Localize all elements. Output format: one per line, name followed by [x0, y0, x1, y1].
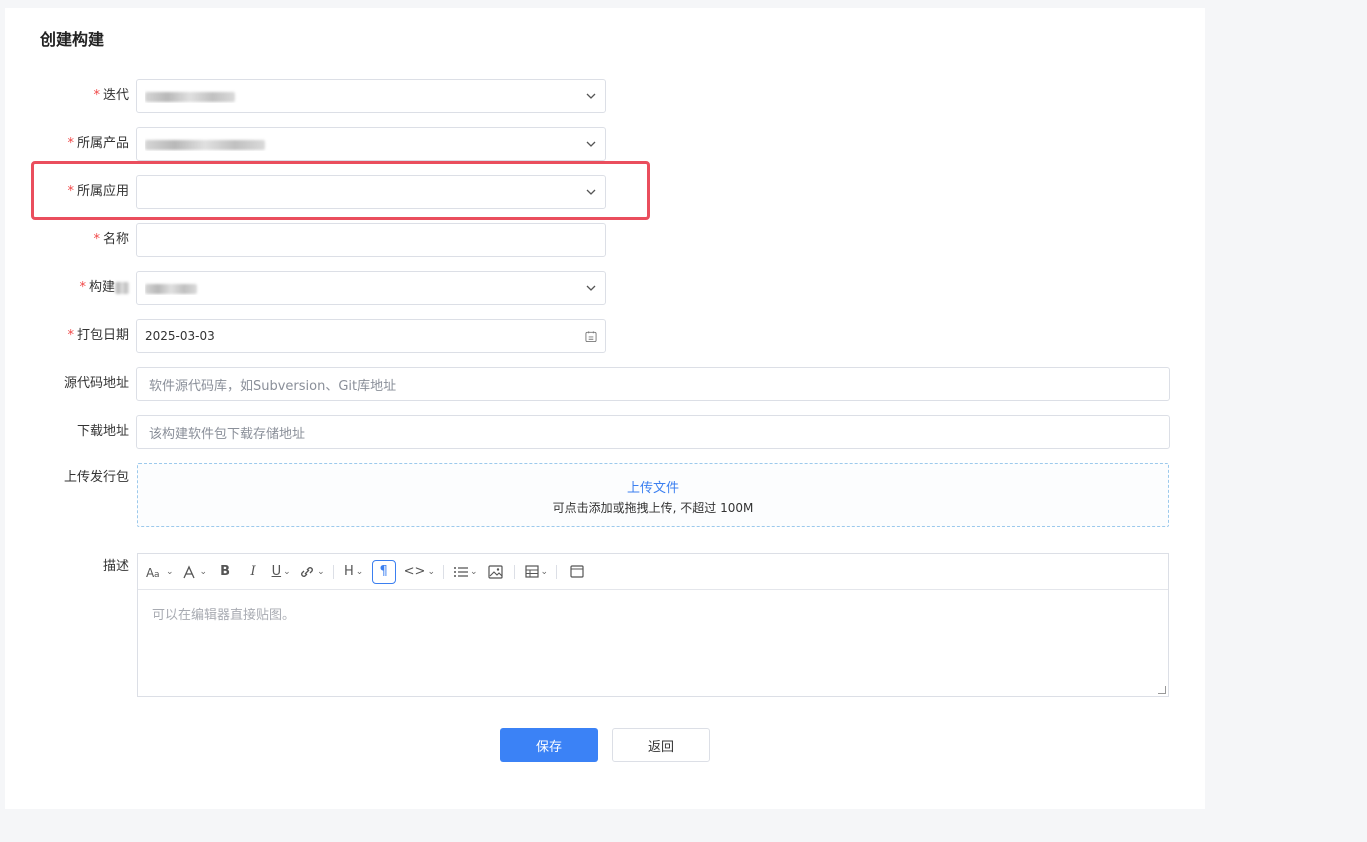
- source-url-input[interactable]: 软件源代码库，如Subversion、Git库地址: [136, 367, 1170, 401]
- bold-button[interactable]: B: [215, 560, 235, 584]
- form-card: 创建构建 * 迭代 * 所属产品 * 所属应用 * 名称 * 构建 * 打包日期…: [5, 8, 1205, 809]
- download-url-label: 下载地址: [76, 424, 129, 439]
- pack-date-value: 2025-03-03: [145, 329, 215, 343]
- toolbar-divider: [332, 564, 334, 579]
- upload-hint: 可点击添加或拖拽上传, 不超过 100M: [552, 501, 754, 515]
- chevron-down-icon: [585, 138, 597, 150]
- pack-date-label: 打包日期: [76, 328, 129, 343]
- chevron-down-icon: [585, 90, 597, 102]
- product-label: 所属产品: [76, 136, 129, 151]
- product-value: [145, 137, 585, 151]
- chevron-down-icon: ⌄: [283, 566, 291, 577]
- chevron-down-icon: ⌄: [199, 566, 208, 577]
- upload-label: 上传发行包: [63, 470, 129, 485]
- chevron-down-icon: ⌄: [166, 566, 174, 577]
- page-title: 创建构建: [40, 30, 105, 49]
- chevron-down-icon: [585, 282, 597, 294]
- toolbar-divider: [556, 564, 558, 579]
- description-label: 描述: [102, 559, 129, 574]
- required-mark: *: [67, 136, 74, 151]
- font-color-button[interactable]: ⌄: [182, 560, 208, 584]
- highlight-box: [31, 161, 650, 220]
- build-type-label: 构建: [88, 280, 115, 295]
- source-url-label: 源代码地址: [63, 376, 129, 391]
- product-select[interactable]: [136, 127, 606, 161]
- name-input[interactable]: [136, 223, 606, 257]
- table-button[interactable]: ⌄: [524, 560, 549, 584]
- calendar-icon[interactable]: [585, 330, 597, 342]
- download-url-input[interactable]: 该构建软件包下载存储地址: [136, 415, 1170, 449]
- image-icon[interactable]: [486, 560, 506, 584]
- code-label: <>: [403, 564, 426, 579]
- pack-date-input[interactable]: 2025-03-03: [136, 319, 606, 353]
- required-mark: *: [93, 232, 100, 247]
- underline-button[interactable]: U ⌄: [271, 560, 291, 584]
- download-url-placeholder: 该构建软件包下载存储地址: [149, 426, 306, 442]
- iteration-value: [145, 89, 585, 103]
- source-url-placeholder: 软件源代码库，如Subversion、Git库地址: [149, 378, 397, 394]
- toolbar-divider: [442, 564, 444, 579]
- editor-toolbar: Aa ⌄ ⌄ B I U ⌄ ⌄ H ⌄ ¶ <> ⌄ ⌄ ⌄: [138, 554, 1168, 590]
- chevron-down-icon: ⌄: [427, 566, 435, 577]
- chevron-down-icon: ⌄: [317, 566, 325, 577]
- font-size-button[interactable]: Aa ⌄: [146, 560, 174, 584]
- build-type-value: [145, 281, 585, 295]
- underline-label: U: [271, 564, 282, 579]
- upload-link[interactable]: 上传文件: [138, 477, 1168, 496]
- chevron-down-icon: ⌄: [355, 566, 364, 577]
- heading-label: H: [343, 564, 354, 579]
- editor-content[interactable]: 可以在编辑器直接贴图。: [138, 590, 1168, 637]
- svg-text:a: a: [154, 570, 160, 578]
- resize-handle[interactable]: [1158, 686, 1166, 694]
- chevron-down-icon: ⌄: [540, 566, 549, 577]
- name-label: 名称: [102, 232, 129, 247]
- code-button[interactable]: <> ⌄: [404, 560, 435, 584]
- iteration-select[interactable]: [136, 79, 606, 113]
- heading-button[interactable]: H ⌄: [344, 560, 364, 584]
- save-button[interactable]: 保存: [500, 728, 598, 762]
- italic-button[interactable]: I: [243, 560, 263, 584]
- rich-text-editor[interactable]: Aa ⌄ ⌄ B I U ⌄ ⌄ H ⌄ ¶ <> ⌄ ⌄ ⌄ 可以在编辑器直接贴图。: [137, 553, 1169, 697]
- chevron-down-icon: ⌄: [469, 566, 478, 577]
- required-mark: *: [67, 328, 74, 343]
- build-type-select[interactable]: [136, 271, 606, 305]
- back-button[interactable]: 返回: [612, 728, 710, 762]
- iteration-label: 迭代: [102, 88, 129, 103]
- upload-dropzone[interactable]: 上传文件 可点击添加或拖拽上传, 不超过 100M: [137, 463, 1169, 527]
- paragraph-button[interactable]: ¶: [371, 559, 396, 584]
- fullscreen-icon[interactable]: [567, 560, 587, 584]
- list-button[interactable]: ⌄: [453, 560, 478, 584]
- required-mark: *: [79, 280, 86, 295]
- link-button[interactable]: ⌄: [299, 560, 325, 584]
- required-mark: *: [93, 88, 100, 103]
- toolbar-divider: [513, 564, 515, 579]
